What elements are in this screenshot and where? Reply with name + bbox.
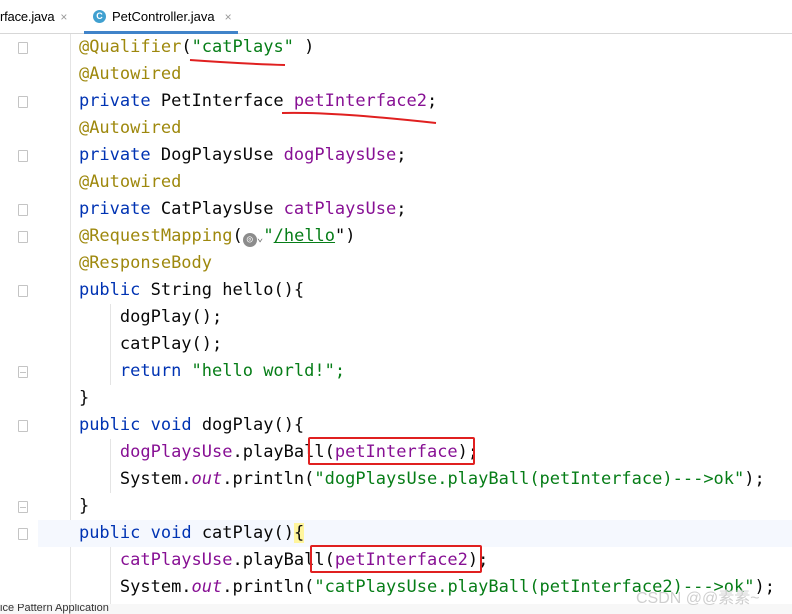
watermark: CSDN @@素素~ — [636, 590, 760, 607]
code-line: } — [78, 496, 90, 516]
qualifier-value: "catPlays" — [191, 37, 294, 57]
code-line: @Autowired — [78, 172, 182, 192]
fold-marker-icon[interactable] — [18, 150, 28, 162]
code-line: System.out.println("dogPlaysUse.playBall… — [119, 469, 765, 489]
editor-gutter — [0, 34, 38, 614]
code-line: @Qualifier("catPlays" ) — [78, 37, 315, 57]
code-line: @RequestMapping(◎ ⌄"/hello") — [78, 226, 356, 247]
red-underline-qualifier — [189, 59, 286, 66]
fold-marker-icon[interactable] — [18, 366, 28, 378]
code-line: return "hello world!"; — [119, 361, 346, 381]
fold-marker-icon[interactable] — [18, 96, 28, 108]
editor-tab-bar: rface.java × C PetController.java × — [0, 0, 792, 34]
code-line: dogPlay(); — [119, 307, 223, 327]
code-line: @ResponseBody — [78, 253, 213, 273]
close-icon[interactable]: × — [60, 10, 67, 24]
red-highlight-box — [308, 437, 475, 465]
field-petinterface2: petInterface2 — [293, 91, 427, 111]
fold-marker-icon[interactable] — [18, 285, 28, 297]
web-globe-icon[interactable]: ◎ — [242, 233, 257, 247]
code-line: @Autowired — [78, 64, 182, 84]
status-text: ice Pattern Application — [0, 604, 109, 614]
fold-marker-icon[interactable] — [18, 231, 28, 243]
tab-petcontroller-java[interactable]: C PetController.java × — [84, 0, 238, 34]
java-class-icon: C — [93, 10, 106, 23]
code-line: public void dogPlay(){ — [78, 415, 305, 435]
code-editor[interactable]: @Qualifier("catPlays" ) @Autowired priva… — [38, 34, 792, 614]
tab-label: rface.java — [0, 9, 55, 24]
fold-marker-icon[interactable] — [18, 420, 28, 432]
tab-label: PetController.java — [112, 9, 215, 24]
red-underline-petinterface2 — [281, 111, 437, 124]
fold-marker-icon[interactable] — [18, 528, 28, 540]
tab-interface-java[interactable]: rface.java × — [0, 0, 82, 33]
url-link[interactable]: /hello — [274, 226, 335, 246]
matched-brace: { — [293, 523, 305, 543]
red-highlight-box — [310, 545, 482, 573]
code-line-active: public void catPlay(){ — [38, 520, 792, 547]
code-line: private CatPlaysUse catPlaysUse; — [78, 199, 407, 219]
code-line: private DogPlaysUse dogPlaysUse; — [78, 145, 407, 165]
code-line: catPlay(); — [119, 334, 223, 354]
fold-marker-icon[interactable] — [18, 42, 28, 54]
fold-marker-icon[interactable] — [18, 204, 28, 216]
fold-marker-icon[interactable] — [18, 501, 28, 513]
close-icon[interactable]: × — [225, 10, 232, 24]
code-line: public String hello(){ — [78, 280, 305, 300]
code-line: } — [78, 388, 90, 408]
